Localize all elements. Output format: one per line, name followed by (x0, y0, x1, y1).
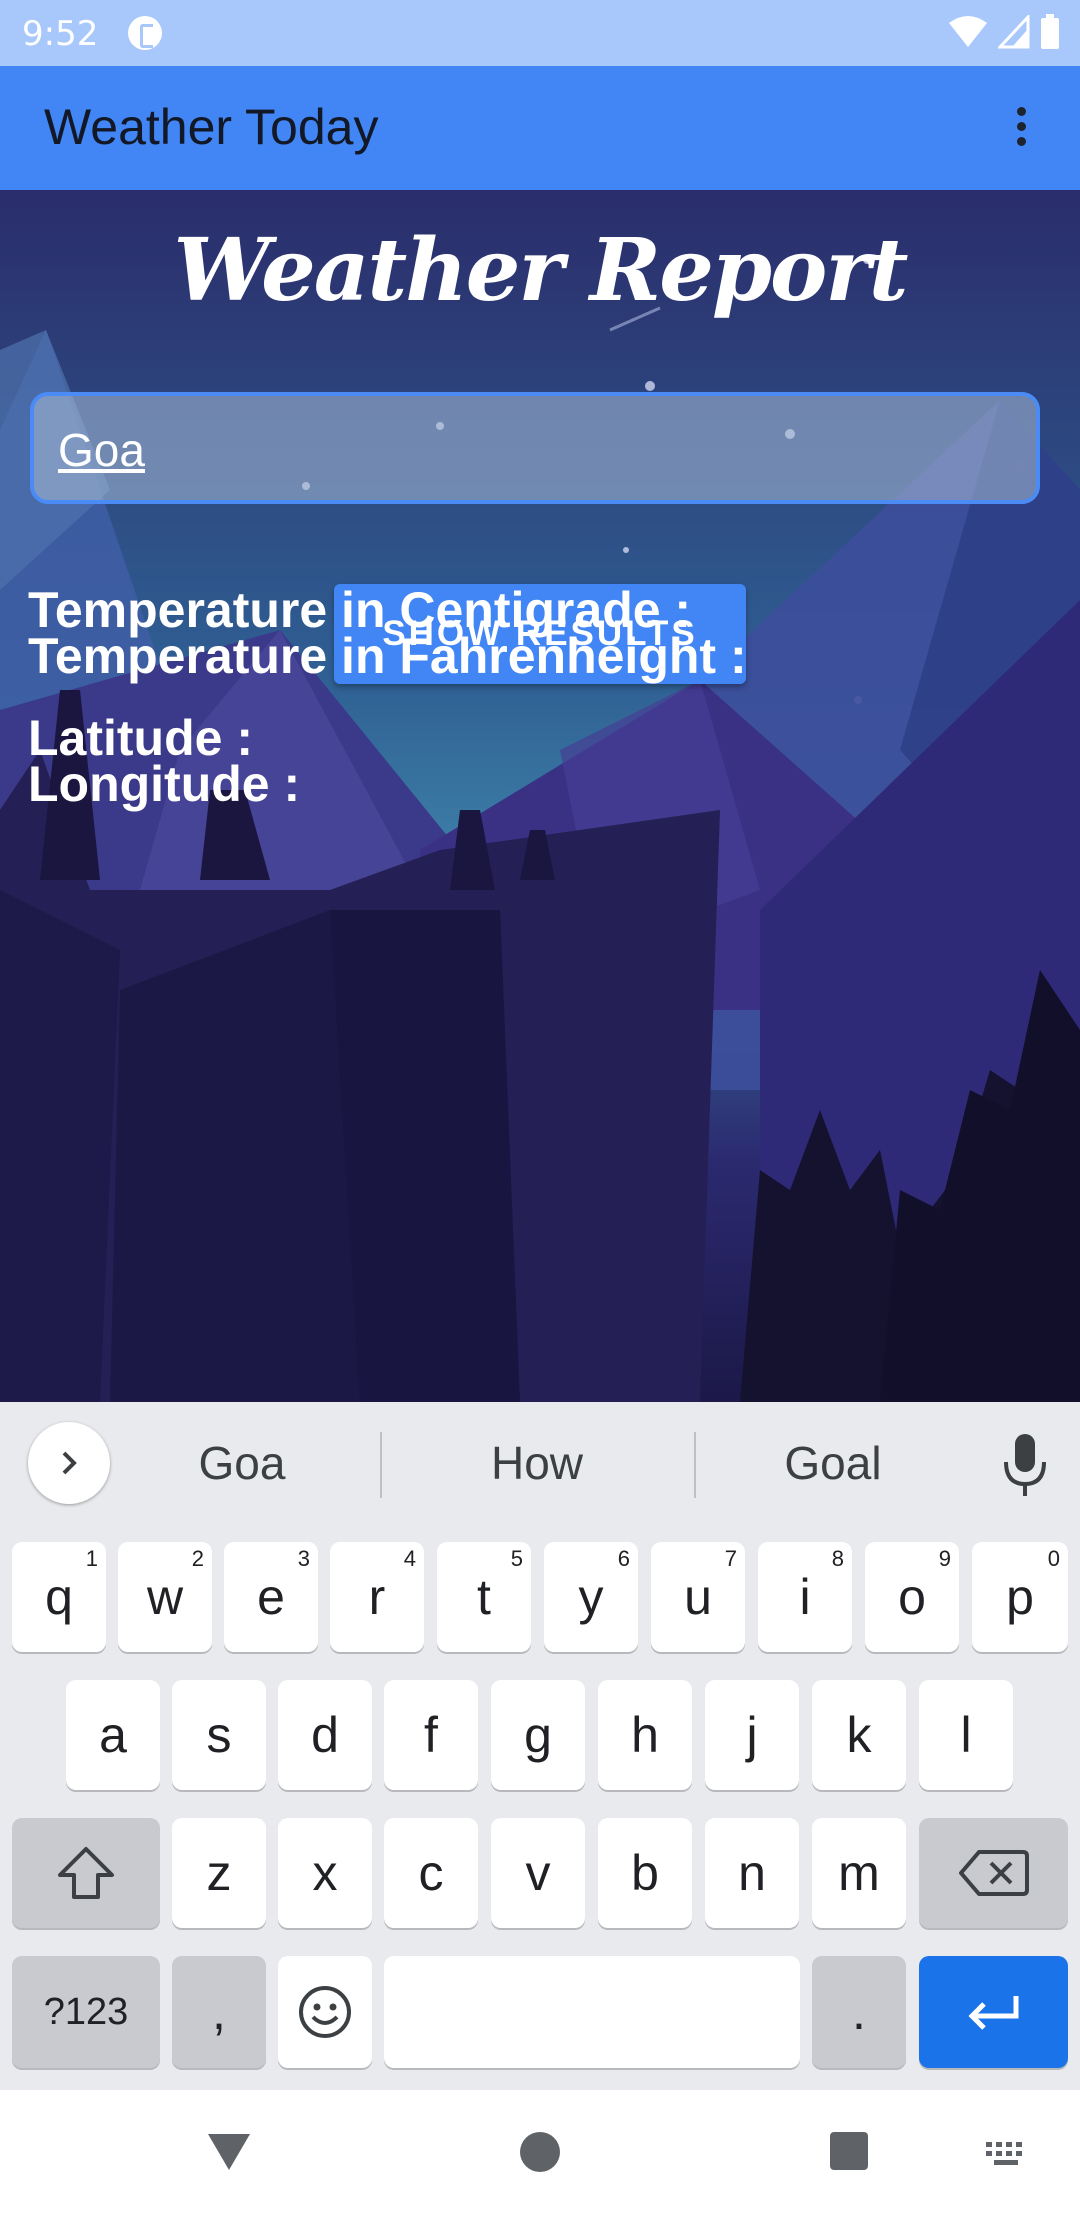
weather-content: Weather Report SHOW RESULTS Temperature … (0, 190, 1080, 1402)
key-k[interactable]: k (812, 1680, 906, 1790)
key-u[interactable]: u7 (651, 1542, 745, 1652)
overflow-menu-icon[interactable] (1006, 102, 1036, 158)
suggestion-strip: Goa How Goal (0, 1402, 1080, 1530)
weather-report-heading: Weather Report (173, 220, 909, 321)
microphone-icon[interactable] (1000, 1430, 1050, 1500)
key-p[interactable]: p0 (972, 1542, 1068, 1652)
key-c[interactable]: c (384, 1818, 478, 1928)
suggestion-2[interactable]: How (437, 1436, 637, 1490)
shift-key[interactable] (12, 1818, 160, 1928)
enter-key[interactable] (919, 1956, 1068, 2068)
app-bar: Weather Today (0, 66, 1080, 190)
status-bar: 9:52 (0, 0, 1080, 66)
backspace-icon (958, 1850, 1029, 1896)
key-b[interactable]: b (598, 1818, 692, 1928)
key-e[interactable]: e3 (224, 1542, 318, 1652)
key-n[interactable]: n (705, 1818, 799, 1928)
suggestion-divider (694, 1432, 696, 1498)
app-title: Weather Today (44, 99, 379, 155)
emoji-key[interactable] (278, 1956, 372, 2068)
system-icons (948, 14, 1060, 50)
soft-keyboard: Goa How Goal q1 w2 e3 r4 t5 y6 u7 i8 o9 … (0, 1402, 1080, 2090)
key-z[interactable]: z (172, 1818, 266, 1928)
comma-key[interactable]: , (172, 1956, 266, 2068)
key-d[interactable]: d (278, 1680, 372, 1790)
key-y[interactable]: y6 (544, 1542, 638, 1652)
signal-icon (998, 15, 1030, 49)
key-j[interactable]: j (705, 1680, 799, 1790)
key-x[interactable]: x (278, 1818, 372, 1928)
key-m[interactable]: m (812, 1818, 906, 1928)
key-v[interactable]: v (491, 1818, 585, 1928)
key-g[interactable]: g (491, 1680, 585, 1790)
key-i[interactable]: i8 (758, 1542, 852, 1652)
keyboard-switch-icon[interactable] (984, 2140, 1030, 2168)
key-q[interactable]: q1 (12, 1542, 106, 1652)
period-key[interactable]: . (812, 1956, 906, 2068)
key-s[interactable]: s (172, 1680, 266, 1790)
symbols-key[interactable]: ?123 (12, 1956, 160, 2068)
battery-icon (1041, 14, 1059, 49)
wifi-icon (949, 16, 987, 47)
suggestion-divider (380, 1432, 382, 1498)
city-search-box (30, 392, 1040, 504)
emoji-icon (299, 1986, 351, 2038)
key-o[interactable]: o9 (865, 1542, 959, 1652)
key-a[interactable]: a (66, 1680, 160, 1790)
longitude-label: Longitude : (28, 756, 301, 812)
key-w[interactable]: w2 (118, 1542, 212, 1652)
shift-arrow-icon (58, 1847, 114, 1899)
suggestion-1[interactable]: Goa (142, 1436, 342, 1490)
space-key[interactable] (384, 1956, 800, 2068)
enter-arrow-icon (967, 1996, 1018, 2030)
city-input[interactable] (56, 418, 1000, 482)
key-f[interactable]: f (384, 1680, 478, 1790)
backspace-key[interactable] (919, 1818, 1068, 1928)
suggestion-3[interactable]: Goal (733, 1436, 933, 1490)
recents-icon[interactable] (828, 2130, 870, 2172)
key-l[interactable]: l (919, 1680, 1013, 1790)
key-r[interactable]: r4 (330, 1542, 424, 1652)
temp-fahrenheit-label: Temperature in Fahrenheight : (28, 628, 747, 684)
back-icon[interactable] (206, 2130, 252, 2174)
home-icon[interactable] (518, 2130, 562, 2174)
status-time: 9:52 (22, 14, 99, 54)
notification-icon (128, 16, 162, 50)
expand-chevron-icon[interactable] (28, 1422, 110, 1504)
key-h[interactable]: h (598, 1680, 692, 1790)
key-t[interactable]: t5 (437, 1542, 531, 1652)
system-nav-bar (0, 2090, 1080, 2220)
